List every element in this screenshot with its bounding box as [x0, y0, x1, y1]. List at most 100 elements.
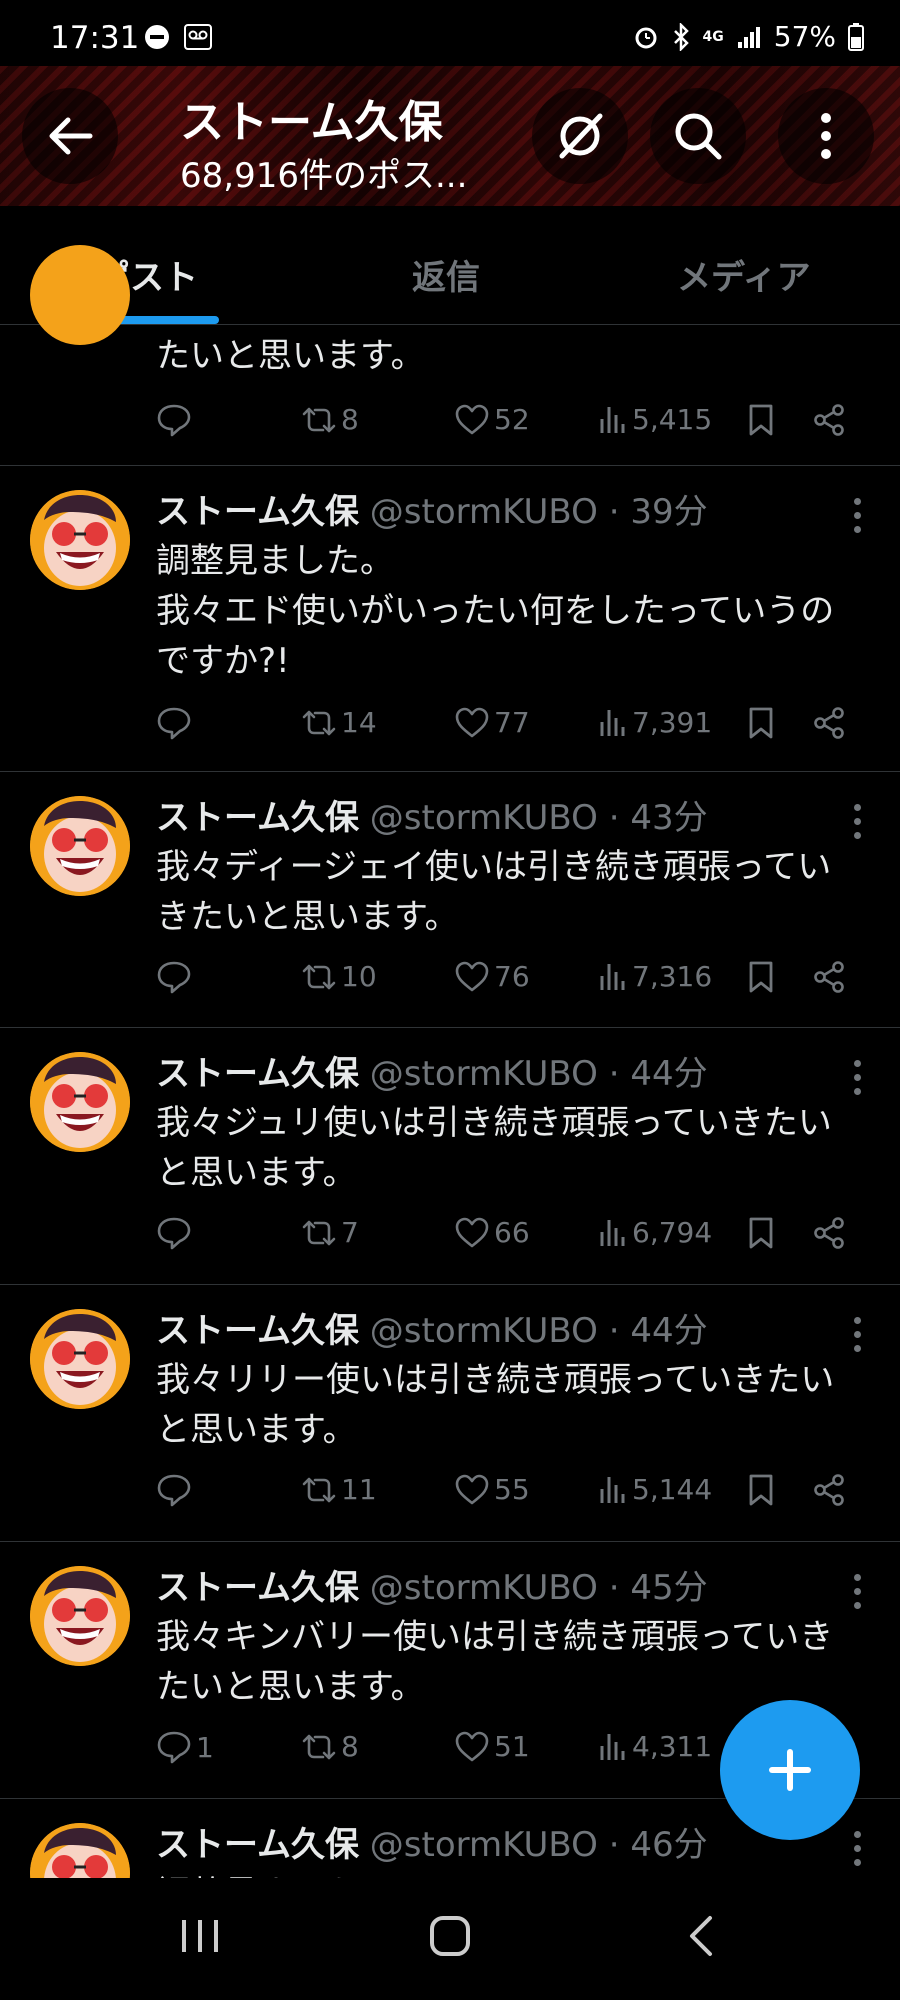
repost-button[interactable]: 14	[301, 706, 377, 739]
share-button[interactable]	[812, 960, 846, 994]
like-count: 55	[494, 1473, 530, 1506]
post-more-button[interactable]	[854, 804, 862, 839]
views-icon	[600, 1219, 625, 1246]
more-button[interactable]	[778, 88, 874, 184]
reply-button[interactable]	[156, 706, 196, 740]
post-actions: 11 55 5,144	[156, 1473, 856, 1513]
bookmark-button[interactable]	[746, 960, 776, 994]
avatar[interactable]	[30, 245, 130, 345]
post-more-button[interactable]	[854, 1574, 862, 1609]
views-button[interactable]: 7,391	[598, 706, 712, 739]
share-button[interactable]	[812, 1473, 846, 1507]
tab-media[interactable]: メディア	[677, 250, 811, 299]
post-text: 我々ジュリ使いは引き続き頑張っていきたいと思います。	[156, 1103, 832, 1193]
post-more-button[interactable]	[854, 1060, 862, 1095]
post-more-button[interactable]	[854, 1317, 862, 1352]
reply-icon	[157, 1474, 191, 1507]
like-button[interactable]: 51	[454, 1730, 530, 1763]
repost-button[interactable]: 8	[301, 403, 359, 436]
repost-count: 8	[341, 403, 359, 436]
bookmark-button[interactable]	[746, 1216, 776, 1250]
views-button[interactable]: 5,144	[598, 1473, 712, 1506]
author-name[interactable]: ストーム久保	[156, 492, 359, 532]
reply-button[interactable]	[156, 403, 196, 437]
avatar[interactable]	[30, 1052, 130, 1152]
like-icon	[455, 1731, 489, 1761]
views-count: 6,794	[632, 1216, 713, 1249]
share-button[interactable]	[812, 1216, 846, 1250]
reply-icon	[157, 961, 191, 994]
share-icon	[814, 1217, 844, 1249]
repost-icon	[302, 964, 336, 989]
repost-button[interactable]: 11	[301, 1473, 377, 1506]
signal-icon	[737, 26, 760, 48]
post-item[interactable]: たいと思います。 8 52 5,415	[0, 245, 900, 466]
reply-button[interactable]	[156, 960, 196, 994]
repost-button[interactable]: 10	[301, 960, 377, 993]
author-name[interactable]: ストーム久保	[156, 798, 359, 838]
bookmark-icon	[749, 404, 773, 436]
author-name[interactable]: ストーム久保	[156, 1825, 359, 1865]
reply-icon	[157, 404, 191, 437]
avatar[interactable]	[30, 490, 130, 590]
more-vertical-icon	[821, 113, 831, 159]
post-feed[interactable]: たいと思います。 8 52 5,415 ストーム久保 @stormKUBO · …	[0, 245, 900, 1923]
reply-button[interactable]: 1	[156, 1730, 214, 1764]
repost-icon	[302, 710, 336, 735]
bookmark-button[interactable]	[746, 1473, 776, 1507]
views-button[interactable]: 6,794	[598, 1216, 712, 1249]
views-button[interactable]: 5,415	[598, 403, 712, 436]
like-button[interactable]: 52	[454, 403, 530, 436]
repost-count: 14	[341, 706, 377, 739]
post-text: 調整見ました。 我々エド使いがいったい何をしたっていうのですか?!	[156, 541, 835, 681]
repost-button[interactable]: 7	[301, 1216, 359, 1249]
avatar[interactable]	[30, 1566, 130, 1666]
bookmark-icon	[749, 707, 773, 739]
bookmark-button[interactable]	[746, 706, 776, 740]
repost-button[interactable]: 8	[301, 1730, 359, 1763]
share-button[interactable]	[812, 403, 846, 437]
back-nav-icon[interactable]	[686, 1914, 716, 1958]
search-icon	[675, 113, 722, 160]
views-button[interactable]: 7,316	[598, 960, 712, 993]
post-more-button[interactable]	[854, 1831, 862, 1866]
bookmark-button[interactable]	[746, 403, 776, 437]
author-name[interactable]: ストーム久保	[156, 1568, 359, 1608]
recent-apps-icon[interactable]	[178, 1916, 222, 1956]
reply-button[interactable]	[156, 1216, 196, 1250]
reply-button[interactable]	[156, 1473, 196, 1507]
views-button[interactable]: 4,311	[598, 1730, 712, 1763]
share-icon	[814, 707, 844, 739]
post-item[interactable]: ストーム久保 @stormKUBO · 43分 我々ディージェイ使いは引き続き頑…	[0, 772, 900, 1028]
like-icon	[455, 707, 489, 737]
search-button[interactable]	[650, 88, 746, 184]
post-item[interactable]: ストーム久保 @stormKUBO · 44分 我々ジュリ使いは引き続き頑張って…	[0, 1028, 900, 1285]
grok-button[interactable]	[532, 88, 628, 184]
like-button[interactable]: 76	[454, 960, 530, 993]
like-button[interactable]: 77	[454, 706, 530, 739]
post-item[interactable]: ストーム久保 @stormKUBO · 44分 我々リリー使いは引き続き頑張って…	[0, 1285, 900, 1542]
views-count: 5,415	[632, 403, 713, 436]
like-button[interactable]: 55	[454, 1473, 530, 1506]
like-button[interactable]: 66	[454, 1216, 530, 1249]
back-button[interactable]	[22, 88, 118, 184]
post-actions: 7 66 6,794	[156, 1216, 856, 1256]
post-more-button[interactable]	[854, 498, 862, 533]
author-name[interactable]: ストーム久保	[156, 1311, 359, 1351]
share-button[interactable]	[812, 706, 846, 740]
avatar[interactable]	[30, 1309, 130, 1409]
like-icon	[455, 404, 489, 434]
like-icon	[455, 1474, 489, 1504]
like-count: 52	[494, 403, 530, 436]
compose-button[interactable]	[720, 1700, 860, 1840]
repost-count: 8	[341, 1730, 359, 1763]
avatar[interactable]	[30, 796, 130, 896]
views-icon	[600, 963, 625, 990]
author-name[interactable]: ストーム久保	[156, 1054, 359, 1094]
views-count: 4,311	[632, 1730, 713, 1763]
author-meta: @stormKUBO · 44分	[369, 1054, 708, 1094]
share-icon	[814, 1474, 844, 1506]
tab-replies[interactable]: 返信	[412, 250, 480, 299]
home-icon[interactable]	[428, 1914, 472, 1958]
post-item[interactable]: ストーム久保 @stormKUBO · 39分 調整見ました。 我々エド使いがい…	[0, 466, 900, 772]
